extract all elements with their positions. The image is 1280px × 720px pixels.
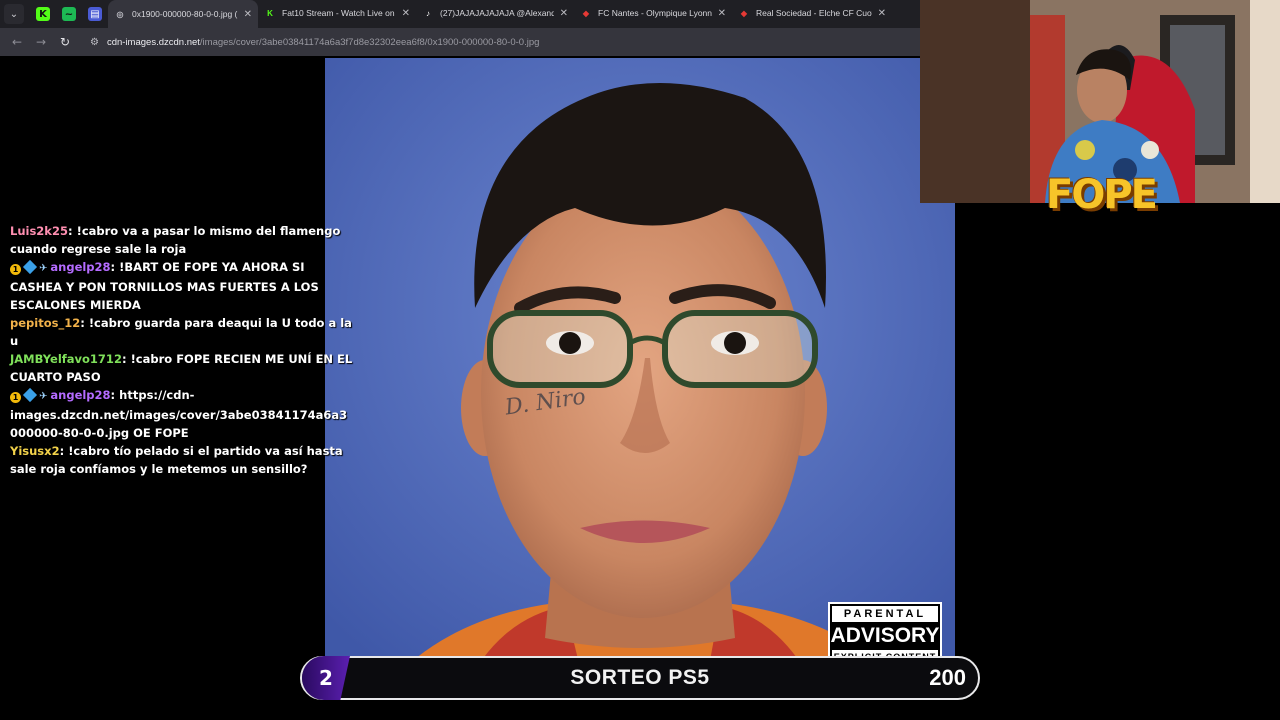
chat-separator: :: [67, 224, 77, 238]
chat-message: JAMBYelfavo1712: !cabro FOPE RECIEN ME U…: [10, 350, 360, 386]
giveaway-title: SORTEO PS5: [570, 666, 710, 689]
chat-username[interactable]: angelp28: [50, 388, 110, 402]
chat-separator: :: [80, 316, 89, 330]
chat-separator: :: [110, 260, 120, 274]
chat-message: 1 ✈ angelp28: !BART OE FOPE YA AHORA SI CA…: [10, 258, 360, 314]
chat-message: Yisusx2: !cabro tío pelado si el partido…: [10, 442, 360, 478]
tab-title: (27)JAJAJAJAJAJA @Alexandr: [440, 8, 554, 18]
close-tab-icon[interactable]: ✕: [718, 8, 726, 19]
site-info-icon[interactable]: ⚙: [90, 37, 99, 48]
browser-toolbar: ← → ↻ ⚙ cdn-images.dzcdn.net/images/cove…: [0, 28, 920, 56]
forward-button[interactable]: →: [30, 31, 52, 53]
tab-list: ◎ 0x1900-000000-80-0-0.jpg (19 ✕ K Fat10 Str…: [108, 0, 892, 28]
chat-separator: :: [59, 444, 69, 458]
sub-badge-icon: 1: [10, 264, 21, 275]
chat-username[interactable]: pepitos_12: [10, 316, 80, 330]
chat-username[interactable]: Yisusx2: [10, 444, 60, 458]
portrait-illustration: [325, 58, 955, 688]
tab-title: 0x1900-000000-80-0-0.jpg (19: [132, 9, 238, 19]
gem-badge-icon: [22, 259, 38, 275]
address-host: cdn-images.dzcdn.net: [106, 36, 200, 48]
gem-badge-icon: [22, 387, 38, 403]
giveaway-count: 200: [929, 665, 966, 690]
globe-icon: ◎: [116, 9, 124, 19]
close-tab-icon[interactable]: ✕: [560, 8, 568, 19]
chat-message: pepitos_12: !cabro guarda para deaqui la…: [10, 314, 360, 350]
browser-tab[interactable]: ◎ 0x1900-000000-80-0-0.jpg (19 ✕: [108, 0, 258, 28]
giveaway-bar: 2 SORTEO PS5 200: [300, 656, 980, 700]
kick-icon: K: [36, 7, 50, 21]
back-button[interactable]: ←: [6, 31, 28, 53]
tab-title: FC Nantes - Olympique Lyonnais: [598, 8, 712, 18]
chat-username[interactable]: Luis2k25: [10, 224, 68, 238]
close-tab-icon[interactable]: ✕: [402, 8, 410, 19]
pinned-tab-kick[interactable]: K: [30, 1, 56, 27]
streamer-logo: FOPE: [1046, 172, 1158, 218]
app-icon: ▤: [88, 7, 102, 21]
tiktok-icon: ♪: [426, 8, 430, 18]
advisory-line-2: ADVISORY: [830, 624, 940, 647]
browser-tab[interactable]: ♪ (27)JAJAJAJAJAJA @Alexandr ✕: [416, 0, 574, 26]
chat-separator: :: [121, 352, 131, 366]
tab-title: Fat10 Stream - Watch Live on K: [282, 8, 396, 18]
chart-icon: ~: [62, 7, 76, 21]
advisory-line-1: PARENTAL: [832, 606, 938, 622]
browser-tab[interactable]: ◆ FC Nantes - Olympique Lyonnais ✕: [574, 0, 732, 26]
chat-username[interactable]: angelp28: [50, 260, 110, 274]
pinned-tab-chart[interactable]: ~: [56, 1, 82, 27]
chat-message: Luis2k25: !cabro va a pasar lo mismo del…: [10, 222, 360, 258]
close-tab-icon[interactable]: ✕: [244, 9, 252, 20]
reload-button[interactable]: ↻: [54, 31, 76, 53]
album-cover-image: D. Niro: [325, 58, 955, 688]
rocket-badge-icon: ✈: [39, 391, 48, 402]
browser-tab-strip: ⌄ K ~ ▤ ◎ 0x1900-000000-80-0-0.jpg (19 ✕ K F…: [0, 0, 920, 28]
pinned-tab-app[interactable]: ▤: [82, 1, 108, 27]
browser-tab[interactable]: K Fat10 Stream - Watch Live on K ✕: [258, 0, 416, 26]
chat-message: 1 ✈ angelp28: https://cdn-images.dzcdn.net…: [10, 386, 360, 442]
sub-badge-icon: 1: [10, 392, 21, 403]
tab-search-dropdown-icon[interactable]: ⌄: [4, 4, 24, 24]
stream-chat: Luis2k25: !cabro va a pasar lo mismo del…: [10, 224, 360, 478]
chat-separator: :: [110, 388, 120, 402]
bet-icon: ◆: [582, 8, 590, 18]
address-bar[interactable]: ⚙ cdn-images.dzcdn.net/images/cover/3abe…: [82, 31, 916, 53]
stream-screen: ⌄ K ~ ▤ ◎ 0x1900-000000-80-0-0.jpg (19 ✕ K F…: [0, 0, 1280, 720]
kick-icon: K: [267, 8, 273, 18]
rocket-badge-icon: ✈: [39, 263, 48, 274]
address-path: /images/cover/3abe03841174a6a3f7d8e32302…: [199, 36, 540, 48]
chat-username[interactable]: JAMBYelfavo1712: [10, 352, 122, 366]
close-tab-icon[interactable]: ✕: [878, 8, 886, 19]
browser-tab[interactable]: ◆ Real Sociedad - Elche CF Cuotas ✕: [732, 0, 892, 26]
bet-icon: ◆: [740, 8, 748, 18]
tab-title: Real Sociedad - Elche CF Cuotas: [756, 8, 872, 18]
